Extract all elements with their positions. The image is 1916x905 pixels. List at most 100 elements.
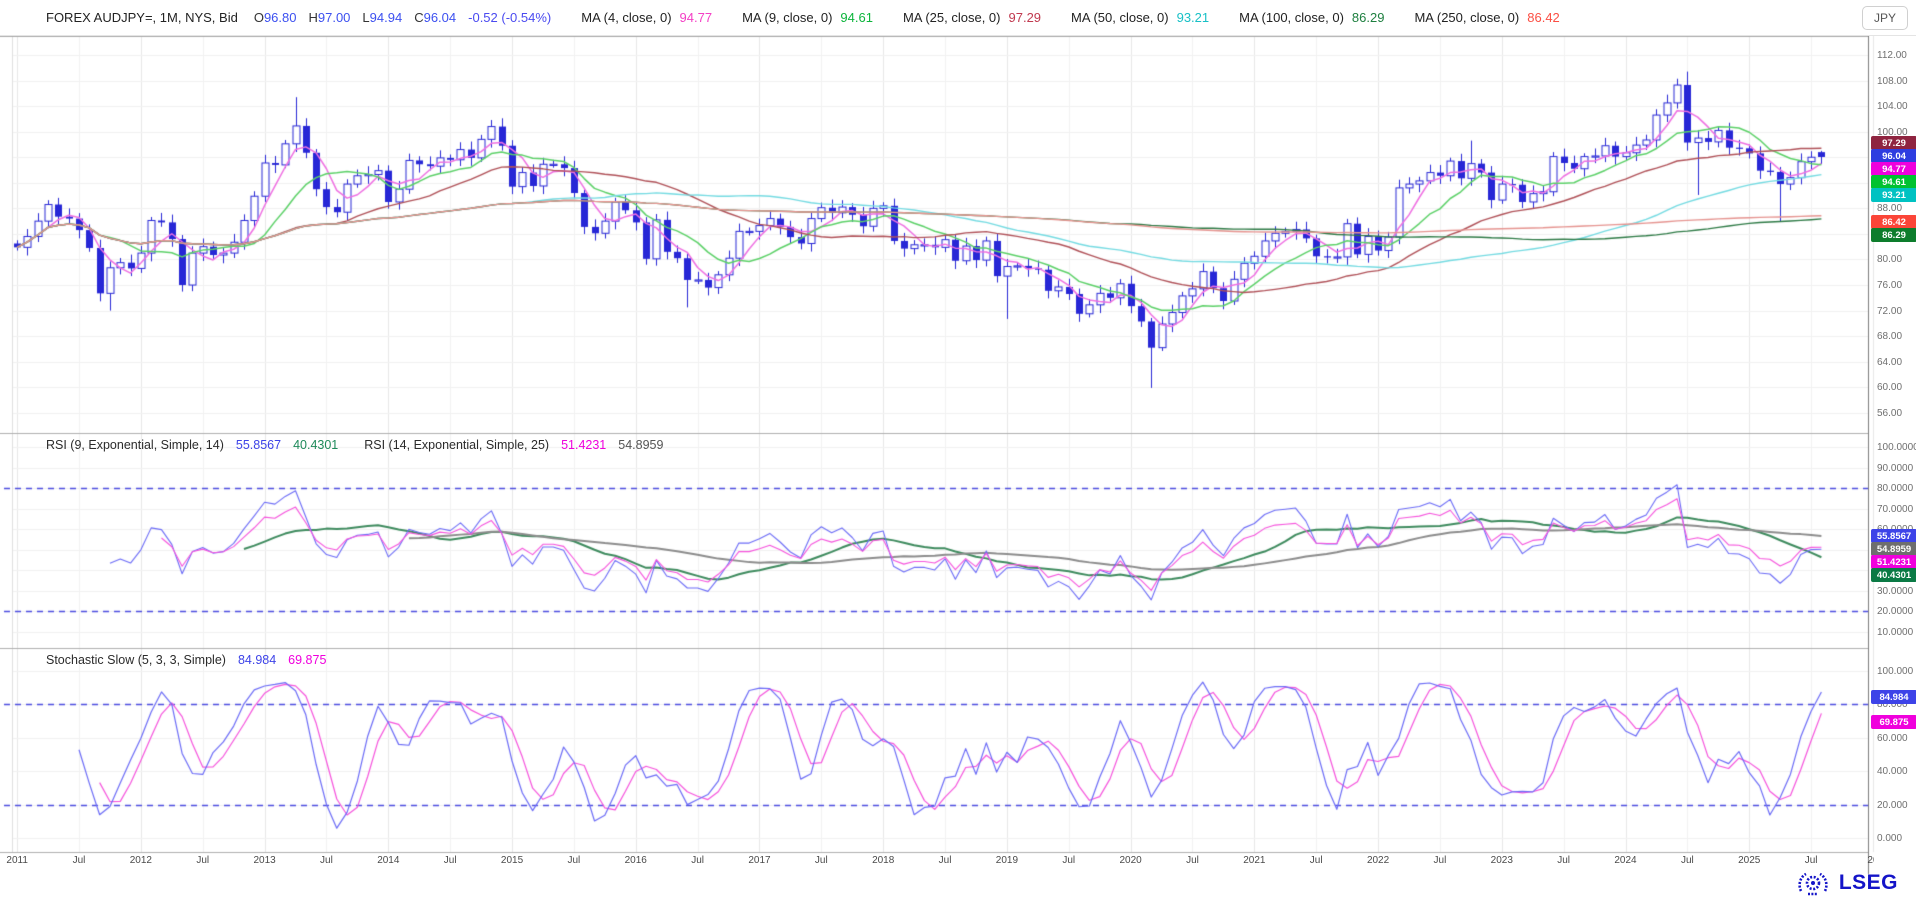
price-axis-tick: 56.00: [1877, 408, 1902, 419]
ma-legend: MA (4, close, 0)94.77 MA (9, close, 0)94.…: [581, 10, 1590, 25]
rsi-level-badge: 55.8567: [1871, 529, 1916, 543]
price-level-badge: 86.42: [1871, 215, 1916, 229]
time-axis-label: Jul: [1186, 855, 1199, 866]
stochastic-indicator-label: Stochastic Slow (5, 3, 3, Simple) 84.984…: [46, 653, 326, 667]
price-axis-tick: 76.00: [1877, 280, 1902, 291]
time-axis-label: 2017: [748, 855, 770, 866]
rsi-axis-tick: 90.0000: [1877, 463, 1913, 474]
lseg-logo-text: LSEG: [1839, 871, 1898, 895]
ohlc-values: O96.80 H97.00 L94.94 C96.04: [254, 10, 468, 25]
rsi2-label: RSI (14, Exponential, Simple, 25): [364, 438, 549, 452]
time-axis-label: 2021: [1243, 855, 1265, 866]
time-axis-label: 2018: [872, 855, 894, 866]
ohlc-value: L94.94: [362, 10, 402, 25]
rsi-axis-tick: 10.0000: [1877, 627, 1913, 638]
price-axis-tick: 80.00: [1877, 254, 1902, 265]
ma-legend-item: MA (9, close, 0)94.61: [742, 10, 873, 25]
ma-legend-item: MA (50, close, 0)93.21: [1071, 10, 1209, 25]
rsi-axis-tick: 100.0000: [1877, 442, 1916, 453]
time-axis-label: 2024: [1614, 855, 1636, 866]
stoch-level-badge: 69.875: [1871, 715, 1916, 729]
time-axis-label: 2014: [377, 855, 399, 866]
time-axis-label: Jul: [444, 855, 457, 866]
time-axis-label: Jul: [1434, 855, 1447, 866]
time-axis-label: 2011: [6, 855, 28, 866]
price-axis-tick: 108.00: [1877, 76, 1908, 87]
time-axis-label: 20: [1867, 855, 1874, 866]
stoch-axis-tick: 100.000: [1877, 666, 1913, 677]
time-axis-label: Jul: [1805, 855, 1818, 866]
rsi1-signal-value: 40.4301: [293, 438, 338, 452]
rsi1-value: 55.8567: [236, 438, 281, 452]
time-axis-label: Jul: [73, 855, 86, 866]
stoch-level-badge: 84.984: [1871, 690, 1916, 704]
price-axis-tick: 112.00: [1877, 50, 1907, 61]
stoch-axis-tick: 40.000: [1877, 766, 1908, 777]
time-axis-label: Jul: [1310, 855, 1323, 866]
instrument-title: FOREX AUDJPY=, 1M, NYS, Bid: [46, 10, 238, 25]
time-axis-label: 2025: [1738, 855, 1760, 866]
rsi-axis-tick: 70.0000: [1877, 504, 1913, 515]
stoch-label: Stochastic Slow (5, 3, 3, Simple): [46, 653, 226, 667]
ma-legend-item: MA (25, close, 0)97.29: [903, 10, 1041, 25]
time-axis-label: 2016: [625, 855, 647, 866]
price-change: -0.52 (-0.54%): [468, 10, 551, 25]
time-axis-label: 2012: [130, 855, 152, 866]
time-axis-label: Jul: [1557, 855, 1570, 866]
time-axis-label: 2019: [996, 855, 1018, 866]
time-axis-label: 2022: [1367, 855, 1389, 866]
ma-legend-item: MA (100, close, 0)86.29: [1239, 10, 1384, 25]
rsi-axis-tick: 20.0000: [1877, 606, 1913, 617]
time-axis-label: Jul: [939, 855, 952, 866]
price-level-badge: 93.21: [1871, 188, 1916, 202]
chart-window: FOREX AUDJPY=, 1M, NYS, Bid O96.80 H97.00…: [0, 0, 1916, 905]
price-chart-canvas[interactable]: [0, 0, 1916, 905]
price-level-badge: 97.29: [1871, 136, 1916, 150]
stoch-axis-tick: 20.000: [1877, 800, 1908, 811]
time-axis-label: Jul: [815, 855, 828, 866]
rsi-axis-tick: 30.0000: [1877, 586, 1913, 597]
price-level-badge: 94.77: [1871, 162, 1916, 176]
price-axis-tick: 60.00: [1877, 382, 1902, 393]
time-axis-label: 2020: [1120, 855, 1142, 866]
stoch-k-value: 84.984: [238, 653, 276, 667]
time-axis-label: 2013: [253, 855, 275, 866]
stoch-axis-tick: 0.000: [1877, 833, 1902, 844]
time-axis-label: Jul: [691, 855, 704, 866]
time-axis-label: Jul: [567, 855, 580, 866]
price-axis-tick: 104.00: [1877, 101, 1908, 112]
price-level-badge: 94.61: [1871, 175, 1916, 189]
time-axis-label: Jul: [320, 855, 333, 866]
rsi-axis-tick: 80.0000: [1877, 483, 1913, 494]
time-axis-label: 2015: [501, 855, 523, 866]
rsi-level-badge: 40.4301: [1871, 568, 1916, 582]
time-axis: 2011 Jul 2012 Jul 2013 Jul 2014 Jul 2015 Jul 2016 J…: [0, 852, 1874, 872]
rsi-level-badge: 51.4231: [1871, 555, 1916, 569]
rsi-indicator-label: RSI (9, Exponential, Simple, 14) 55.8567…: [46, 438, 663, 452]
currency-selector-button[interactable]: JPY: [1862, 6, 1908, 30]
rsi2-signal-value: 54.8959: [618, 438, 663, 452]
ohlc-value: O96.80: [254, 10, 297, 25]
ma-legend-item: MA (250, close, 0)86.42: [1414, 10, 1559, 25]
lseg-crest-icon: [1795, 869, 1831, 897]
time-axis-label: Jul: [196, 855, 209, 866]
time-axis-label: 2023: [1491, 855, 1513, 866]
price-axis-tick: 72.00: [1877, 306, 1902, 317]
ohlc-value: C96.04: [414, 10, 456, 25]
rsi2-value: 51.4231: [561, 438, 606, 452]
price-axis-tick: 88.00: [1877, 203, 1902, 214]
ohlc-value: H97.00: [308, 10, 350, 25]
stoch-axis-tick: 60.000: [1877, 733, 1908, 744]
time-axis-label: Jul: [1681, 855, 1694, 866]
chart-header: FOREX AUDJPY=, 1M, NYS, Bid O96.80 H97.00…: [0, 0, 1916, 36]
price-level-badge: 96.04: [1871, 149, 1916, 163]
price-axis-tick: 68.00: [1877, 331, 1902, 342]
lseg-logo: LSEG: [1795, 869, 1898, 897]
price-level-badge: 86.29: [1871, 228, 1916, 242]
time-axis-label: Jul: [1062, 855, 1075, 866]
price-axis-tick: 64.00: [1877, 357, 1902, 368]
ma-legend-item: MA (4, close, 0)94.77: [581, 10, 712, 25]
rsi-level-badge: 54.8959: [1871, 542, 1916, 556]
rsi1-label: RSI (9, Exponential, Simple, 14): [46, 438, 224, 452]
stoch-d-value: 69.875: [288, 653, 326, 667]
